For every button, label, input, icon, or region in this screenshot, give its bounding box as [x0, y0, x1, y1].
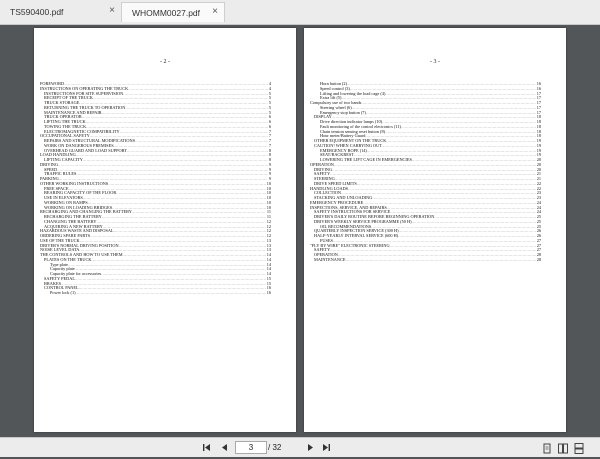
last-page-icon[interactable] [320, 441, 332, 453]
toc-dot-leader [76, 291, 266, 296]
pdf-page-left: - 2 - FOREWORD4INSTRUCTIONS ON OPERATING… [34, 28, 296, 432]
document-viewer[interactable]: - 2 - FOREWORD4INSTRUCTIONS ON OPERATING… [0, 25, 600, 436]
scroll-view-icon[interactable] [574, 441, 584, 454]
page-number: - 2 - [160, 59, 170, 65]
two-page-view-icon[interactable] [558, 441, 568, 454]
toc-entry-page: 28 [536, 256, 541, 262]
pdf-page-right: - 3 - Horn button (2)16Speed control (3)… [304, 28, 566, 432]
page-number-input[interactable]: 3 [235, 441, 267, 454]
single-page-view-icon[interactable] [542, 441, 552, 454]
previous-page-icon[interactable] [218, 441, 230, 453]
tab-label: TS590400.pdf [10, 7, 64, 17]
page-number: - 3 - [430, 59, 440, 65]
tab-bar: TS590400.pdf × WHOMM0027.pdf × [0, 0, 600, 25]
first-page-icon[interactable] [200, 441, 212, 453]
toc-entry-title: Power lock (1) [50, 290, 76, 295]
table-of-contents: FOREWORD4INSTRUCTIONS ON OPERATING THE T… [40, 81, 271, 296]
tab-whomm0027[interactable]: WHOMM0027.pdf × [122, 2, 225, 22]
toc-dot-leader [346, 258, 536, 263]
next-page-icon[interactable] [304, 441, 316, 453]
navigation-bar: 3 / 32 [0, 437, 600, 457]
close-icon[interactable]: × [109, 5, 115, 16]
page-total: / 32 [268, 443, 282, 452]
tab-label: WHOMM0027.pdf [132, 7, 201, 18]
toc-entry[interactable]: MAINTENANCE 28 [310, 256, 541, 263]
close-icon[interactable]: × [212, 6, 218, 17]
tab-ts590400[interactable]: TS590400.pdf × [0, 2, 122, 22]
table-of-contents: Horn button (2)16Speed control (3)16Lift… [310, 81, 541, 263]
toc-entry-page: 16 [266, 290, 271, 295]
toc-entry-title: MAINTENANCE [314, 256, 346, 262]
toc-entry[interactable]: Power lock (1) 16 [40, 290, 271, 296]
